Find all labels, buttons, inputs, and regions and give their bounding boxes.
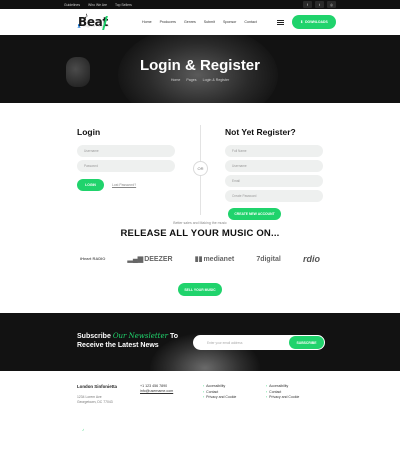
email-input[interactable]: Email — [225, 175, 323, 187]
7digital-logo: 7digital — [256, 255, 281, 263]
rdio-logo: rdio — [302, 254, 320, 264]
or-badge: OR — [193, 161, 208, 176]
download-icon: ⬇ — [300, 20, 304, 24]
auth-section: Login Username Password LOGIN Lost Passw… — [0, 103, 400, 220]
newsletter-email-input[interactable]: Enter your email address — [207, 341, 289, 345]
page-title: Login & Register — [139, 56, 260, 74]
downloads-button[interactable]: ⬇ DOWNLOADS — [292, 15, 336, 29]
top-link-who-we-are[interactable]: Who We Are — [88, 3, 107, 7]
footer-about: London Sinfonietta 1234 Lorem Ave George… — [77, 384, 117, 405]
breadcrumb-pages[interactable]: Pages — [186, 78, 196, 82]
newsletter-title-line2: Receive the Latest News — [77, 342, 159, 349]
medianet-bars-icon: ▮▮ — [194, 256, 203, 263]
breadcrumb-home[interactable]: Home — [171, 78, 181, 82]
newsletter-title-prefix: Subscribe — [77, 333, 111, 340]
register-form: Not Yet Register? Full Name Username Ema… — [225, 127, 325, 220]
register-username-input[interactable]: Username — [225, 160, 323, 172]
iheartradio-logo: iHeart RADIO — [80, 256, 106, 261]
footer-address-line-2: Georgetown, DC 77043 — [77, 400, 113, 404]
login-actions: LOGIN Lost Password? — [77, 179, 177, 191]
newsletter-title-suffix: To — [169, 333, 178, 340]
newsletter-title-accent: Our Newsletter — [112, 332, 168, 340]
footer-org-name: London Sinfonietta — [77, 384, 117, 389]
register-heading: Not Yet Register? — [225, 127, 296, 137]
nav-item-submit[interactable]: Submit — [204, 20, 215, 24]
sell-music-button[interactable]: SELL YOUR MUSIC — [178, 283, 222, 296]
facebook-icon[interactable]: f — [303, 1, 312, 8]
footer-contact: +1 123 456 7890 info@username.com — [140, 384, 173, 394]
footer-links-1: Accessibility Contact Privacy and Cookie — [203, 384, 236, 401]
breadcrumb-current: Login & Register — [202, 77, 230, 82]
social-links: f t ◎ — [303, 1, 336, 8]
nav-item-genres[interactable]: Genres — [184, 20, 196, 24]
site-logo[interactable]: ♪ Beat — [78, 11, 114, 33]
subscribe-button[interactable]: SUBSCRIBE — [289, 336, 324, 349]
footer-link-privacy-2[interactable]: Privacy and Cookie — [266, 395, 299, 401]
deezer-bars-icon: ▂▄▆ — [127, 256, 144, 263]
footer-address: 1234 Lorem Ave Georgetown, DC 77043 — [77, 395, 117, 405]
release-title: RELEASE ALL YOUR MUSIC ON... — [120, 228, 280, 239]
instagram-icon[interactable]: ◎ — [327, 1, 336, 8]
deezer-logo: ▂▄▆ DEEZER — [127, 255, 173, 264]
hero-banner: Login & Register Home Pages Login & Regi… — [0, 35, 400, 103]
footer-links-2: Accessibility Contact Privacy and Cookie — [266, 384, 299, 401]
hero-microphone — [66, 57, 90, 87]
top-bar: Guidelines Who We Are Top Sellers 👤 Logi… — [0, 0, 400, 28]
site-header: ♪ Beat Home Producers Genres Submit Spon… — [0, 9, 400, 35]
page: Guidelines Who We Are Top Sellers 👤 Logi… — [0, 0, 400, 449]
subscribe-form: Enter your email address SUBSCRIBE — [193, 335, 325, 350]
release-section: Better sales and Making the music RELEAS… — [0, 215, 400, 313]
nav-item-sponsor[interactable]: Sponsor — [223, 20, 236, 24]
breadcrumb: Home Pages Login & Register — [171, 78, 229, 82]
twitter-icon[interactable]: t — [315, 1, 324, 8]
partner-logos: iHeart RADIO ▂▄▆ DEEZER ▮▮ medianet 7digit… — [0, 254, 400, 264]
login-heading: Login — [77, 127, 101, 137]
lost-password-link[interactable]: Lost Password? — [112, 183, 136, 187]
music-note-icon: ♪ — [84, 11, 88, 20]
create-password-input[interactable]: Create Password — [225, 190, 323, 202]
nav-item-contact[interactable]: Contact — [244, 20, 256, 24]
footer-email[interactable]: info@username.com — [140, 389, 173, 394]
newsletter-section: Subscribe Our Newsletter To Receive the … — [0, 313, 400, 371]
top-right: 👤 Login or Register f t ◎ — [77, 1, 336, 28]
top-link-guidelines[interactable]: Guidelines — [64, 3, 80, 7]
top-link-top-sellers[interactable]: Top Sellers — [115, 3, 132, 7]
site-footer: London Sinfonietta 1234 Lorem Ave George… — [0, 371, 400, 449]
login-form: Login Username Password LOGIN Lost Passw… — [77, 127, 177, 191]
full-name-input[interactable]: Full Name — [225, 145, 323, 157]
newsletter-title: Subscribe Our Newsletter To Receive the … — [77, 332, 178, 350]
top-links: Guidelines Who We Are Top Sellers — [64, 3, 132, 7]
username-input[interactable]: Username — [77, 145, 175, 157]
login-button[interactable]: LOGIN — [77, 179, 104, 191]
password-input[interactable]: Password — [77, 160, 175, 172]
footer-link-privacy[interactable]: Privacy and Cookie — [203, 395, 236, 401]
footer-logo-icon: ♪ — [82, 427, 84, 432]
medianet-logo: ▮▮ medianet — [194, 255, 235, 264]
release-kicker: Better sales and Making the music — [173, 221, 227, 225]
menu-icon[interactable] — [277, 19, 284, 25]
downloads-button-label: DOWNLOADS — [305, 20, 328, 24]
